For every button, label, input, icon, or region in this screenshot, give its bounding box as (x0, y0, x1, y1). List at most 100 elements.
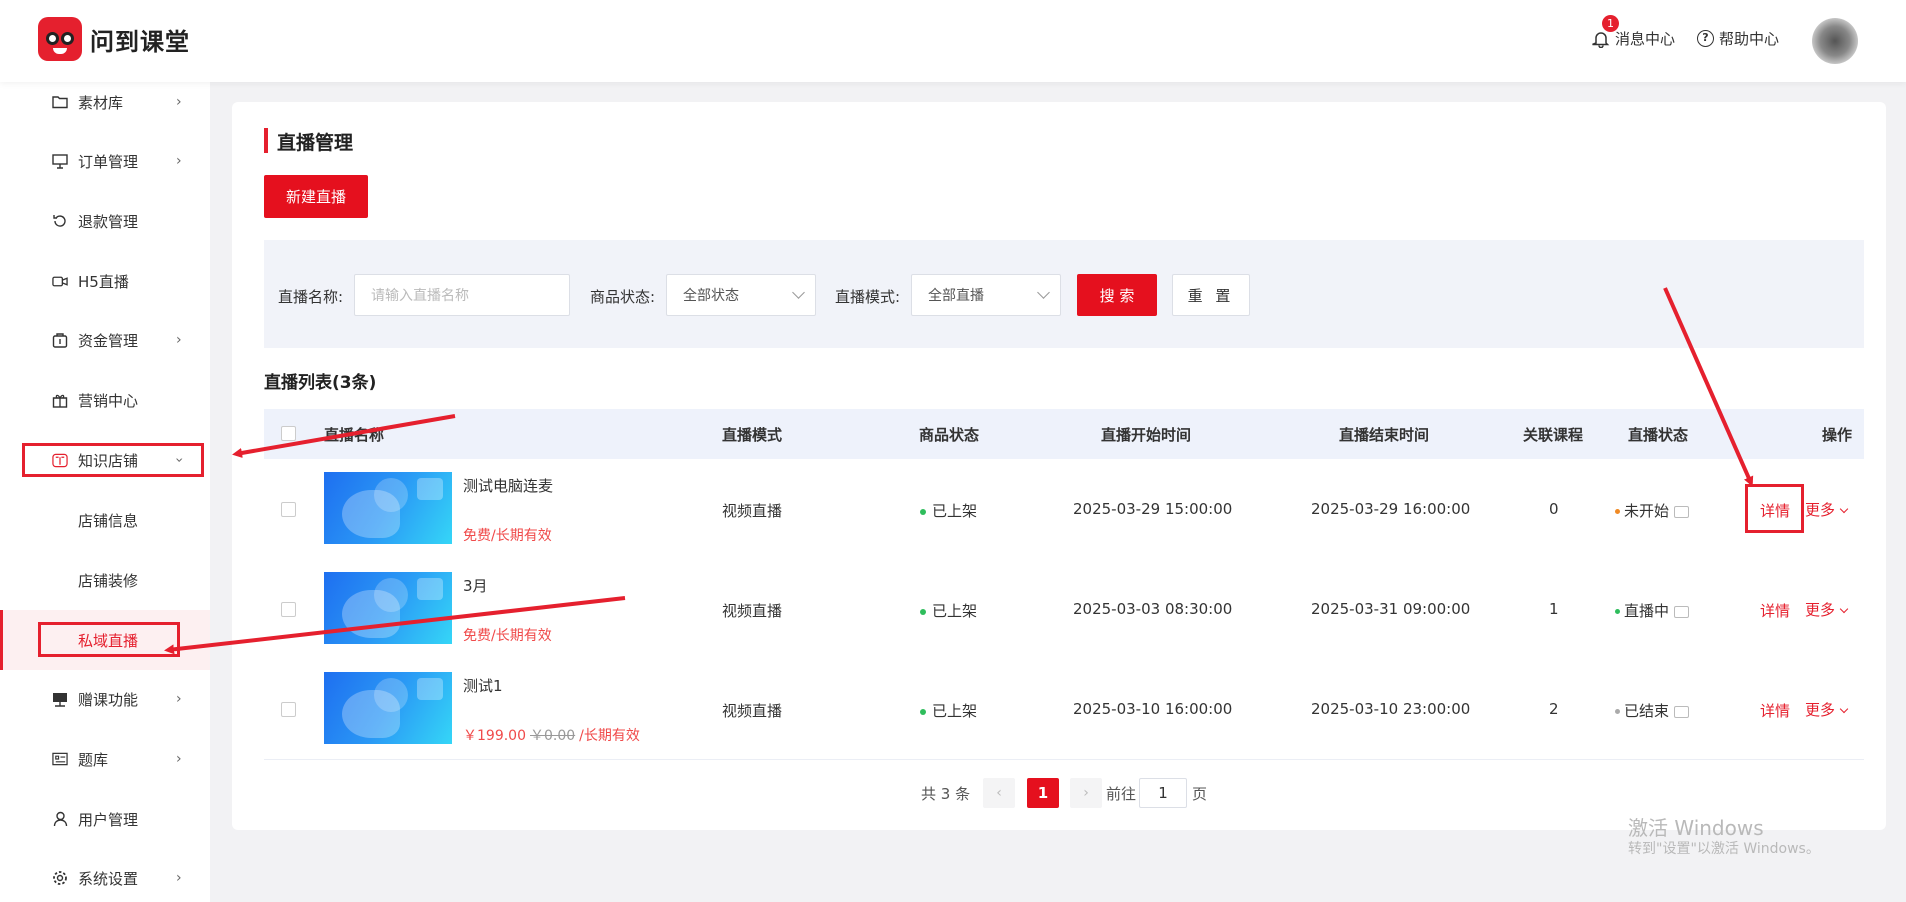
new-live-button[interactable]: 新建直播 (264, 175, 368, 218)
live-status: 直播中 (1615, 600, 1690, 621)
row-checkbox[interactable] (281, 602, 296, 617)
more-dropdown[interactable]: 更多 (1805, 699, 1849, 720)
related-courses: 1 (1549, 600, 1559, 618)
end-time: 2025-03-29 16:00:00 (1311, 500, 1471, 518)
list-title: 直播列表(3条) (264, 373, 377, 393)
column-header: 直播开始时间 (1101, 426, 1192, 444)
live-mode: 视频直播 (722, 702, 783, 720)
screen-icon[interactable] (1674, 705, 1690, 718)
status-dot (920, 708, 926, 715)
logo-icon[interactable] (38, 17, 82, 61)
live-mode-select[interactable]: 全部直播 (911, 274, 1061, 316)
sidebar-item-funds[interactable]: 资金管理 › (0, 320, 210, 360)
bell-icon (1592, 31, 1610, 48)
chevron-down-icon (1037, 286, 1050, 299)
annotation-box-knowledge-store (22, 443, 204, 477)
live-name[interactable]: 测试电脑连麦 (463, 475, 553, 496)
sidebar-item-label: H5直播 (78, 272, 129, 291)
messages-center[interactable]: 消息中心 (1592, 28, 1675, 49)
chevron-down-icon (1839, 604, 1849, 614)
chevron-right-icon: › (176, 870, 182, 886)
column-header: 直播状态 (1628, 426, 1689, 444)
status-dot (920, 508, 926, 515)
avatar[interactable] (1790, 14, 1880, 82)
end-time: 2025-03-10 23:00:00 (1311, 700, 1471, 718)
table-bottom-divider (264, 759, 1864, 760)
goods-status: 已上架 (920, 500, 977, 521)
refund-icon (52, 213, 68, 229)
sidebar-item-users[interactable]: 用户管理 (0, 799, 210, 839)
live-name-input[interactable]: 请输入直播名称 (354, 274, 570, 316)
related-courses: 0 (1549, 500, 1559, 518)
column-header: 商品状态 (919, 426, 980, 444)
more-dropdown[interactable]: 更多 (1805, 499, 1849, 520)
folder-icon (52, 94, 68, 110)
live-mode: 视频直播 (722, 502, 783, 520)
more-dropdown[interactable]: 更多 (1805, 599, 1849, 620)
sidebar-item-h5-live[interactable]: H5直播 (0, 261, 210, 301)
goods-status-label: 商品状态: (590, 288, 656, 306)
live-mode-label: 直播模式: (835, 288, 901, 306)
live-mode-value: 全部直播 (928, 288, 984, 304)
live-name[interactable]: 测试1 (463, 675, 503, 696)
windows-activation-hint: 转到"设置"以激活 Windows。 (1628, 841, 1820, 857)
screen-icon[interactable] (1674, 605, 1690, 618)
detail-link[interactable]: 详情 (1760, 600, 1790, 621)
live-cover-image[interactable] (324, 572, 452, 644)
detail-link[interactable]: 详情 (1760, 700, 1790, 721)
annotation-box-private-live (38, 622, 180, 657)
column-header: 操作 (1822, 426, 1853, 444)
video-icon (52, 273, 68, 289)
title-accent-bar (264, 128, 268, 153)
wallet-icon (52, 332, 68, 348)
live-cover-image[interactable] (324, 672, 452, 744)
page-title: 直播管理 (277, 132, 354, 154)
help-icon: ? (1697, 30, 1714, 47)
sidebar-item-question-bank[interactable]: 题库 › (0, 739, 210, 779)
chevron-down-icon (1839, 504, 1849, 514)
status-dot (920, 608, 926, 615)
goto-page-input[interactable]: 1 (1139, 778, 1187, 808)
live-price: 免费/长期有效 (463, 628, 552, 644)
sidebar-item-store-decoration[interactable]: 店铺装修 (0, 560, 210, 600)
select-all-checkbox[interactable] (281, 426, 296, 441)
live-status: 未开始 (1615, 500, 1690, 521)
sidebar-item-store-info[interactable]: 店铺信息 (0, 500, 210, 540)
brand-name: 问到课堂 (90, 28, 190, 56)
row-checkbox[interactable] (281, 502, 296, 517)
related-courses: 2 (1549, 700, 1559, 718)
prev-page-button[interactable]: ‹ (983, 778, 1015, 808)
status-dot (1615, 609, 1620, 614)
goods-status-value: 全部状态 (683, 288, 739, 304)
user-icon (52, 811, 68, 827)
column-header: 关联课程 (1523, 426, 1584, 444)
page-number-current[interactable]: 1 (1027, 778, 1059, 808)
sidebar-item-settings[interactable]: 系统设置 › (0, 858, 210, 898)
gear-icon (52, 870, 68, 886)
sidebar-item-refunds[interactable]: 退款管理 (0, 201, 210, 241)
sidebar-item-label: 订单管理 (78, 152, 139, 171)
search-button[interactable]: 搜 索 (1077, 274, 1157, 316)
teacher-icon (52, 691, 68, 707)
goods-status: 已上架 (920, 700, 977, 721)
chevron-right-icon: › (176, 94, 182, 110)
column-header: 直播模式 (722, 426, 783, 444)
row-checkbox[interactable] (281, 702, 296, 717)
live-price: ￥199.00 ￥0.00/长期有效 (463, 725, 640, 745)
sidebar-item-marketing[interactable]: 营销中心 (0, 380, 210, 420)
reset-button[interactable]: 重 置 (1172, 274, 1250, 316)
live-name[interactable]: 3月 (463, 575, 488, 596)
goods-status-select[interactable]: 全部状态 (666, 274, 816, 316)
sidebar-item-gift-course[interactable]: 赠课功能 › (0, 679, 210, 719)
live-name-label: 直播名称: (278, 288, 344, 306)
top-header: 问到课堂 消息中心 1 ? 帮助中心 (0, 0, 1906, 82)
column-header: 直播名称 (324, 426, 385, 444)
help-center[interactable]: ? 帮助中心 (1697, 28, 1779, 49)
sidebar-item-label: 赠课功能 (78, 690, 139, 709)
sidebar-item-orders[interactable]: 订单管理 › (0, 141, 210, 181)
next-page-button[interactable]: › (1070, 778, 1102, 808)
screen-icon[interactable] (1674, 505, 1690, 518)
goods-status: 已上架 (920, 600, 977, 621)
live-cover-image[interactable] (324, 472, 452, 544)
sidebar-item-materials[interactable]: 素材库 › (0, 82, 210, 122)
